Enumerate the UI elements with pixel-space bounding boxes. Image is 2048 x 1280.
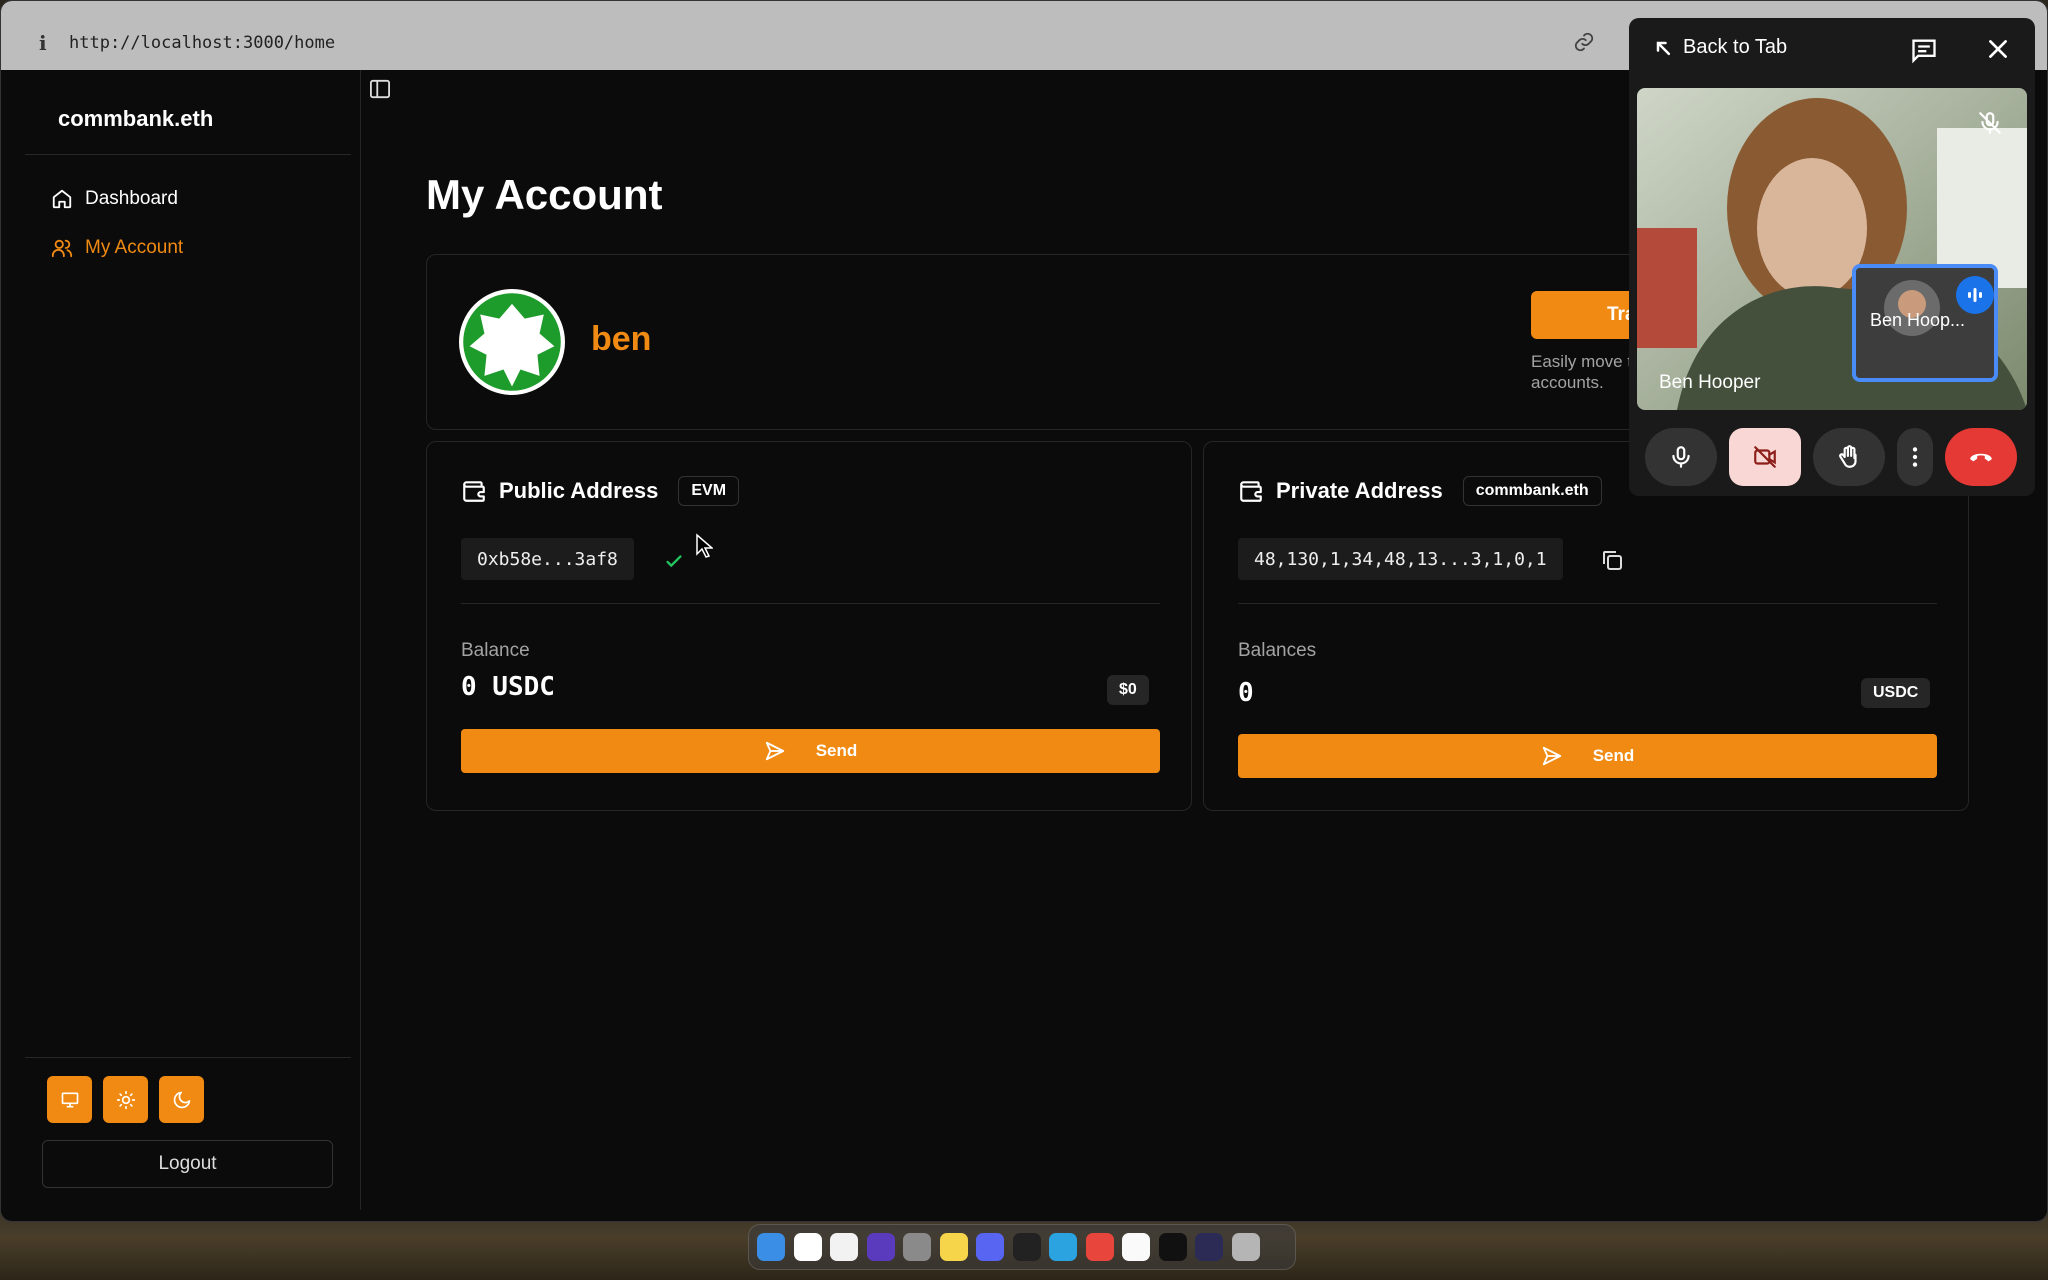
private-address-card: Private Address commbank.eth 48,130,1,34…	[1203, 441, 1969, 811]
calendar-icon[interactable]	[830, 1233, 858, 1261]
send-label: Send	[815, 741, 858, 760]
call-controls	[1629, 428, 2035, 488]
sidebar-item-dashboard[interactable]: Dashboard	[51, 184, 178, 214]
send-label: Send	[1592, 746, 1635, 765]
sidebar-item-label: Dashboard	[85, 188, 178, 209]
balance-value: 0	[1238, 678, 1254, 708]
chrome-icon[interactable]	[1085, 1233, 1114, 1261]
settings-icon[interactable]	[903, 1233, 931, 1261]
sidebar-toggle-icon[interactable]	[369, 79, 391, 99]
chat-icon[interactable]	[1909, 36, 1939, 64]
brand-title[interactable]: commbank.eth	[58, 106, 213, 132]
self-participant-name: Ben Hoop...	[1870, 310, 1966, 330]
commbank-badge: commbank.eth	[1462, 476, 1602, 506]
monitor-icon	[61, 1092, 78, 1107]
token-badge: USDC	[1861, 678, 1931, 708]
moon-icon	[173, 1091, 190, 1108]
mic-button[interactable]	[1645, 428, 1717, 486]
copy-icon[interactable]	[1600, 548, 1624, 572]
divider	[461, 603, 1160, 604]
info-icon[interactable]: i	[39, 31, 47, 55]
mic-off-icon	[1979, 112, 2001, 134]
users-icon	[51, 239, 73, 258]
private-address-title: Private Address	[1276, 478, 1443, 503]
page-title: My Account	[426, 171, 663, 218]
send-icon	[1542, 746, 1561, 766]
usd-badge: $0	[1107, 675, 1149, 705]
balance-label: Balance	[461, 640, 530, 661]
discord-icon[interactable]	[976, 1233, 1004, 1261]
public-address-title: Public Address	[499, 478, 659, 503]
url-text[interactable]: http://localhost:3000/home	[69, 33, 335, 53]
notes-icon[interactable]	[939, 1233, 968, 1261]
home-icon	[52, 189, 72, 209]
arrow-up-left-icon	[1656, 41, 1671, 55]
balance-value: 0 USDC	[461, 672, 555, 702]
sidebar-item-my-account[interactable]: My Account	[51, 233, 183, 263]
logout-button[interactable]: Logout	[42, 1140, 333, 1188]
balances-label: Balances	[1238, 640, 1317, 661]
divider	[1238, 603, 1937, 604]
theme-dark-button[interactable]	[159, 1076, 204, 1123]
raise-hand-button[interactable]	[1813, 428, 1885, 486]
public-address-header: Public Address EVM	[461, 476, 740, 506]
divider	[25, 154, 351, 155]
sidebar: commbank.eth Dashboard My Account Logout	[15, 70, 361, 1210]
theme-system-button[interactable]	[47, 1076, 92, 1123]
app-icon[interactable]	[866, 1233, 895, 1261]
more-vertical-icon	[1912, 447, 1918, 467]
self-video-tile[interactable]: Ben Hoop...	[1852, 264, 1998, 382]
divider	[25, 1057, 351, 1058]
slack-icon[interactable]	[793, 1233, 822, 1261]
public-address-card: Public Address EVM 0xb58e...3af8 Balance…	[426, 441, 1192, 811]
back-to-tab-label: Back to Tab	[1683, 36, 1788, 58]
public-address-value[interactable]: 0xb58e...3af8	[461, 538, 634, 580]
telegram-icon[interactable]	[1049, 1233, 1077, 1261]
camera-off-icon	[1754, 446, 1776, 468]
phone-hangup-icon	[1970, 453, 1992, 462]
mic-icon	[1672, 446, 1690, 468]
terminal-icon[interactable]	[1158, 1233, 1187, 1261]
send-button[interactable]: Send	[1238, 734, 1937, 778]
link-icon[interactable]	[1573, 31, 1595, 53]
wallet-icon	[463, 481, 485, 502]
send-icon	[765, 741, 784, 761]
hand-icon	[1839, 445, 1857, 468]
sidebar-item-label: My Account	[85, 237, 184, 258]
more-options-button[interactable]	[1897, 428, 1933, 486]
back-to-tab-button[interactable]: Back to Tab	[1653, 36, 1787, 59]
send-button[interactable]: Send	[461, 729, 1160, 773]
close-icon[interactable]	[1985, 36, 2011, 62]
username: ben	[591, 320, 652, 358]
avatar	[459, 289, 565, 395]
app-icon[interactable]	[1195, 1233, 1223, 1261]
private-address-header: Private Address commbank.eth	[1238, 476, 1602, 506]
check-icon[interactable]	[663, 550, 685, 572]
dock	[748, 1224, 1296, 1270]
app-icon[interactable]	[1012, 1233, 1041, 1261]
private-address-value[interactable]: 48,130,1,34,48,13...3,1,0,1	[1238, 538, 1563, 580]
end-call-button[interactable]	[1945, 428, 2017, 486]
camera-off-button[interactable]	[1729, 428, 1801, 486]
mouse-cursor-icon	[696, 533, 713, 558]
app-icon[interactable]	[1122, 1233, 1150, 1261]
wallet-icon	[1240, 481, 1262, 502]
sun-icon	[116, 1090, 135, 1109]
finder-icon[interactable]	[757, 1233, 785, 1261]
speaking-indicator-icon	[1956, 276, 1994, 314]
trash-icon[interactable]	[1231, 1233, 1260, 1261]
theme-light-button[interactable]	[103, 1076, 148, 1123]
participant-name: Ben Hooper	[1659, 372, 1761, 393]
video-call-panel: Back to Tab Ben Hooper Ben Hoop...	[1629, 18, 2035, 496]
evm-badge: EVM	[678, 476, 740, 506]
